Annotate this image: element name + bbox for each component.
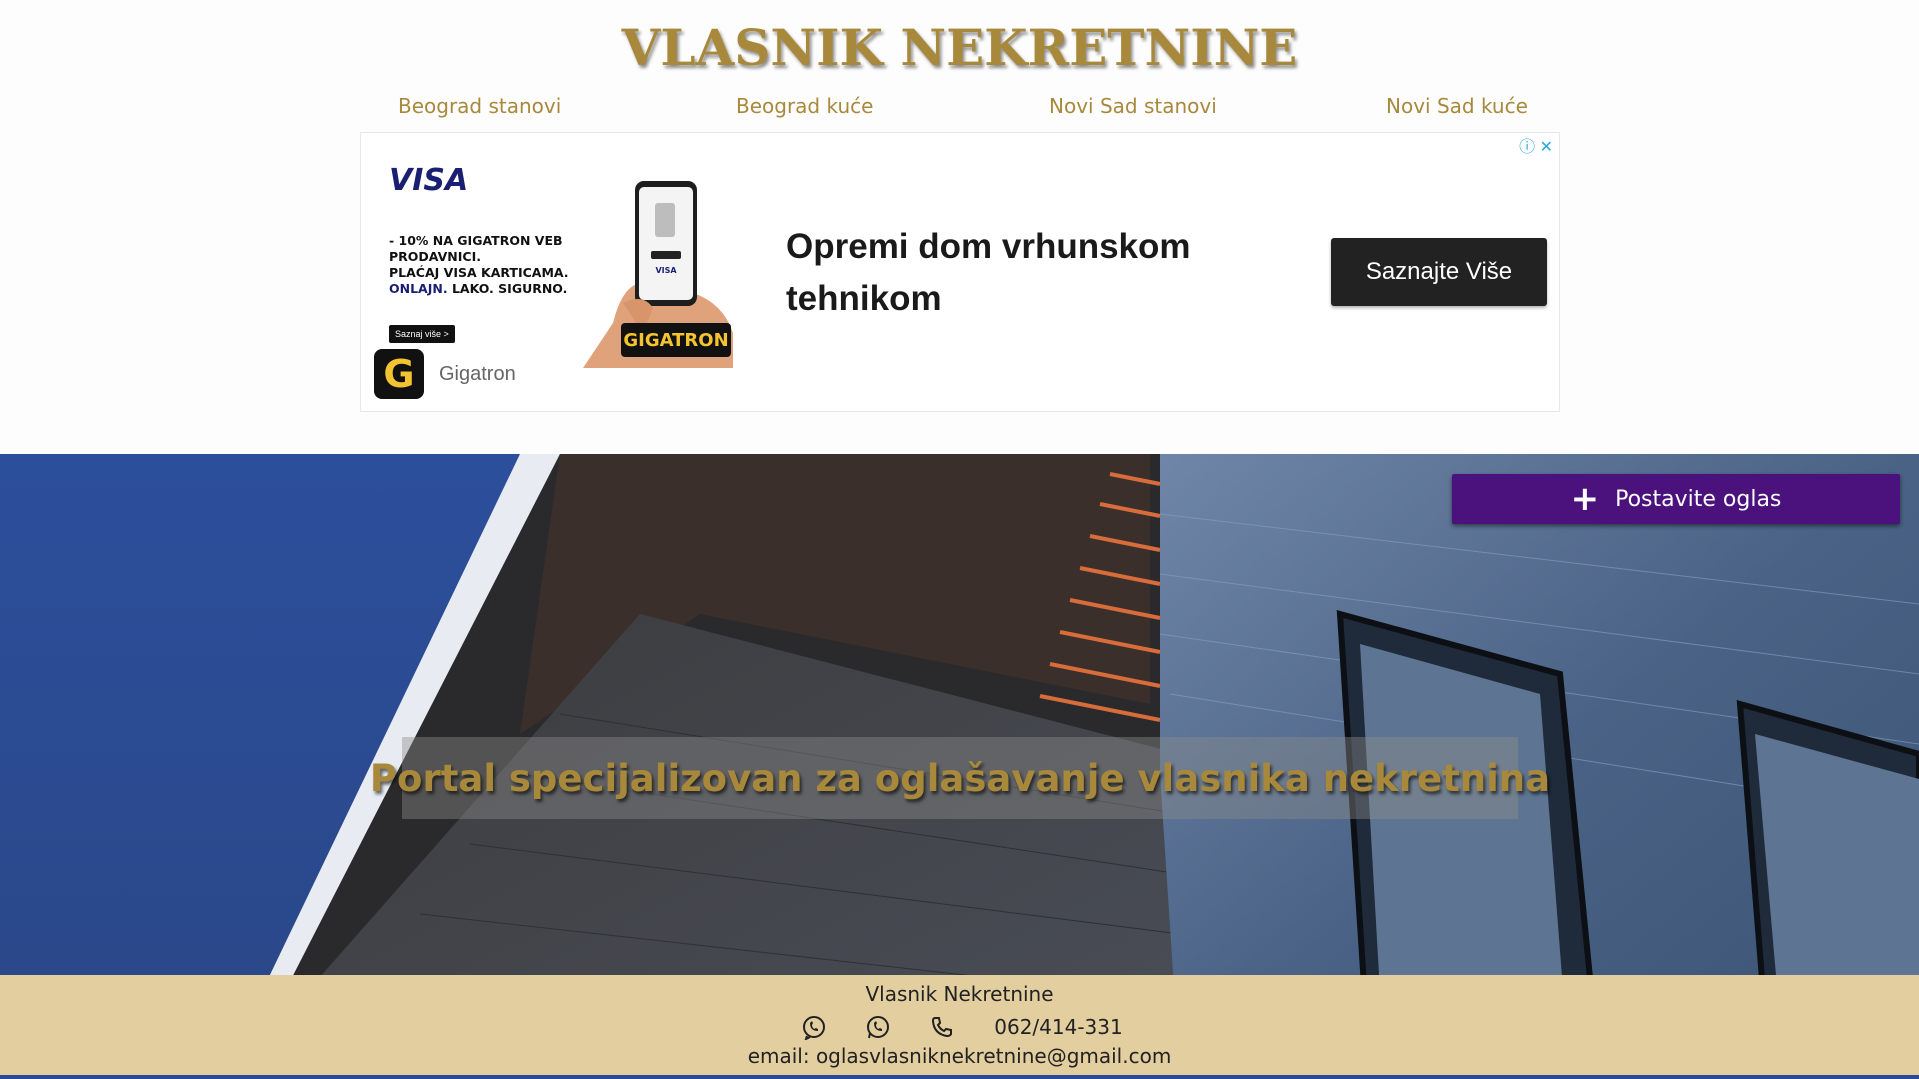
bottom-strip <box>0 1075 1919 1079</box>
footer-contacts: 062/414-331 <box>0 1012 1919 1042</box>
ad-image[interactable]: VISA - 10% NA GIGATRON VEB PRODAVNICI. P… <box>383 153 733 368</box>
footer-site-name: Vlasnik Nekretnine <box>865 982 1054 1006</box>
site-title[interactable]: VLASNIK NEKRETNINE <box>0 18 1919 77</box>
footer-email[interactable]: email: oglasvlasniknekretnine@gmail.com <box>0 1044 1919 1068</box>
advertisement-banner[interactable]: ⓘ ✕ VISA - 10% NA GIGATRON VEB PRODAVNIC… <box>360 132 1560 412</box>
whatsapp-icon[interactable] <box>860 1012 896 1042</box>
ad-cta-button[interactable]: Saznajte Više <box>1331 238 1547 306</box>
phone-icon[interactable] <box>924 1012 960 1042</box>
gigatron-badge: GIGATRON <box>621 323 731 357</box>
nav-novi-sad-stanovi[interactable]: Novi Sad stanovi <box>1049 94 1217 118</box>
close-icon[interactable]: ✕ <box>1540 139 1553 156</box>
post-ad-label: Postavite oglas <box>1615 486 1782 512</box>
svg-text:VISA: VISA <box>655 266 677 275</box>
nav-novi-sad-kuce[interactable]: Novi Sad kuće <box>1386 94 1528 118</box>
tagline-box: Portal specijalizovan za oglašavanje vla… <box>370 737 1550 819</box>
hero-tagline: Portal specijalizovan za oglašavanje vla… <box>369 756 1551 800</box>
plus-icon: + <box>1570 479 1600 519</box>
ad-headline[interactable]: Opremi dom vrhunskom tehnikom <box>786 221 1226 325</box>
nav-beograd-stanovi[interactable]: Beograd stanovi <box>398 94 561 118</box>
nav-beograd-kuce[interactable]: Beograd kuće <box>736 94 873 118</box>
adchoices-icon[interactable]: ⓘ <box>1519 139 1535 156</box>
promo-line-3-highlight: ONLAJN. <box>389 281 448 296</box>
ad-controls[interactable]: ⓘ ✕ <box>1519 133 1553 157</box>
main-nav: Beograd stanovi Beograd kuće Novi Sad st… <box>360 94 1560 124</box>
viber-icon[interactable] <box>796 1012 832 1042</box>
visa-logo: VISA <box>389 163 469 198</box>
ad-small-button[interactable]: Saznaj više > <box>389 325 455 343</box>
ad-brand-name[interactable]: Gigatron <box>439 363 516 386</box>
footer: Vlasnik Nekretnine 062/414-331 email: og… <box>0 975 1919 1075</box>
promo-line-3-rest: LAKO. SIGURNO. <box>447 281 568 296</box>
gigatron-logo-icon[interactable]: G <box>374 349 424 399</box>
post-ad-button[interactable]: + Postavite oglas <box>1452 474 1900 524</box>
footer-phone[interactable]: 062/414-331 <box>994 1015 1122 1039</box>
